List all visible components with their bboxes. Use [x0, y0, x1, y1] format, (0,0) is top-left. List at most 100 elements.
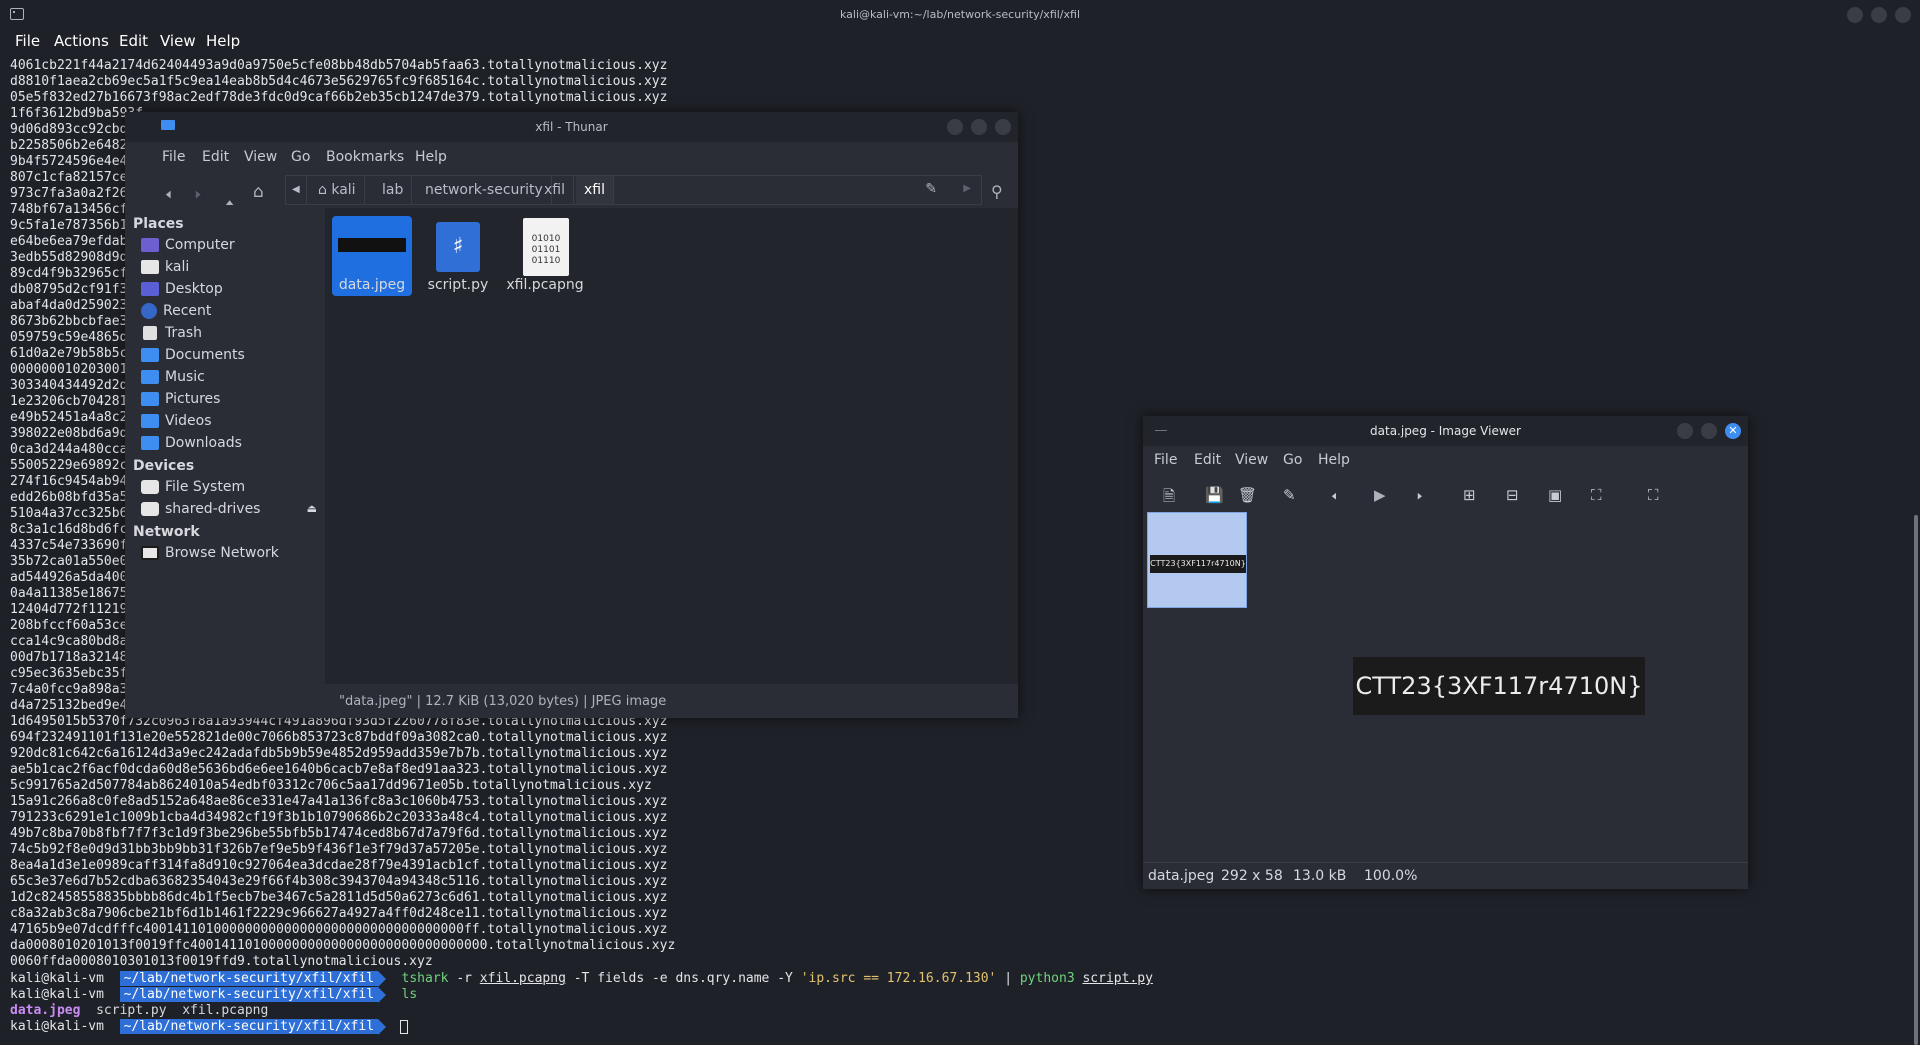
path-crumb-kali[interactable]: ⌂ kali — [310, 176, 365, 204]
terminal-menu-help[interactable]: Help — [206, 32, 240, 50]
home-icon[interactable]: ⌂ — [253, 182, 264, 202]
sidebar-label: Trash — [165, 325, 202, 341]
terminal-line: ae5b1cac2f6acf0dcda60d8e5636bd6e6ee1640b… — [10, 762, 668, 777]
edit-pencil-icon[interactable]: ✎ — [1283, 486, 1296, 504]
terminal-scrollbar[interactable] — [1914, 515, 1918, 1045]
delete-icon[interactable]: 🗑 — [1238, 486, 1257, 504]
up-arrow-icon[interactable]: 🢑 — [225, 182, 234, 211]
viewer-menu-file[interactable]: File — [1154, 452, 1177, 468]
path-crumb-network-security[interactable]: network-security — [417, 176, 552, 204]
viewer-menu-view[interactable]: View — [1235, 452, 1268, 468]
back-arrow-icon[interactable]: 🢐 — [165, 182, 171, 211]
sidebar-item-recent[interactable]: Recent — [141, 300, 211, 322]
viewer-menu-help[interactable]: Help — [1318, 452, 1350, 468]
home-icon: ⌂ — [318, 182, 332, 198]
zoom-out-icon[interactable]: ⊟ — [1506, 486, 1519, 504]
play-icon[interactable]: ▶ — [1374, 486, 1386, 504]
maximize-button[interactable] — [971, 119, 987, 135]
file-data-jpeg[interactable]: data.jpeg — [332, 216, 412, 296]
sidebar-item-desktop[interactable]: Desktop — [141, 278, 223, 300]
terminal-line: 49b7c8ba70b8fbf7f7f3c1d9f3be296be55bfb5b… — [10, 826, 668, 841]
previous-arrow-icon[interactable]: 🢐 — [1331, 486, 1337, 511]
sidebar-item-downloads[interactable]: Downloads — [141, 432, 242, 454]
zoom-actual-icon[interactable]: ▣ — [1548, 486, 1562, 504]
thunar-menu-edit[interactable]: Edit — [202, 149, 229, 165]
fullscreen-icon[interactable]: ⛶ — [1648, 486, 1659, 504]
save-icon[interactable]: 💾 — [1205, 486, 1224, 504]
thunar-sidebar: Places Computer kali Desktop Recent Tras… — [125, 208, 325, 718]
thunar-menu-view[interactable]: View — [244, 149, 277, 165]
path-right-chevron-icon[interactable]: ▶ — [963, 183, 971, 194]
sidebar-header-devices: Devices — [133, 458, 195, 474]
sidebar-item-shared-drives[interactable]: shared-drives ⏏ — [141, 498, 317, 520]
sidebar-item-browse-network[interactable]: Browse Network — [141, 542, 279, 564]
terminal-menu-view[interactable]: View — [160, 32, 196, 50]
terminal-line: 05e5f832ed27b16673f98ac2edf78de3fdc0d9ca… — [10, 90, 668, 105]
eject-icon[interactable]: ⏏ — [307, 498, 317, 520]
path-left-chevron-icon[interactable]: ◀ — [286, 176, 307, 204]
path-crumb-xfil-current[interactable]: xfil — [576, 176, 614, 204]
pictures-folder-icon — [141, 392, 159, 406]
terminal-prompt-line-2: kali@kali-vm ~/lab/network-security/xfil… — [10, 987, 417, 1003]
terminal-menu-file[interactable]: File — [15, 32, 40, 50]
zoom-in-icon[interactable]: ⊞ — [1463, 486, 1476, 504]
ls-data-jpeg: data.jpeg — [10, 1003, 81, 1018]
minimize-button[interactable] — [1677, 423, 1693, 439]
next-arrow-icon[interactable]: 🢒 — [1417, 486, 1423, 511]
file-script-py[interactable]: ♯ script.py — [418, 216, 498, 296]
documents-folder-icon — [141, 348, 159, 362]
sidebar-item-documents[interactable]: Documents — [141, 344, 245, 366]
terminal-titlebar: kali@kali-vm:~/lab/network-security/xfil… — [0, 0, 1920, 30]
sidebar-item-music[interactable]: Music — [141, 366, 205, 388]
clock-icon — [141, 303, 157, 319]
open-file-icon[interactable]: 🗎 — [1163, 486, 1175, 511]
thumbnail-selected[interactable]: CTT23{3XF117r4710N} — [1147, 512, 1247, 608]
forward-arrow-icon[interactable]: 🢒 — [195, 182, 201, 211]
zoom-fit-icon[interactable]: ⛶ — [1591, 486, 1602, 504]
network-drive-icon — [141, 502, 159, 516]
sidebar-item-file-system[interactable]: File System — [141, 476, 245, 498]
sidebar-label: Downloads — [165, 435, 242, 451]
terminal-menu-actions[interactable]: Actions — [54, 32, 109, 50]
terminal-line: 694f232491101f131e20e552821de00c7066b853… — [10, 730, 668, 745]
path-crumb-xfil[interactable]: xfil — [536, 176, 574, 204]
terminal-line: 920dc81c642c6a16124d3a9ec242adafdb5b9b59… — [10, 746, 668, 761]
drive-icon — [141, 480, 159, 494]
search-icon[interactable]: ⚲ — [991, 182, 1003, 201]
sidebar-item-computer[interactable]: Computer — [141, 234, 235, 256]
terminal-line: 65c3e37e6d7b52cdba63682354043e29f66f4b30… — [10, 874, 668, 889]
edit-path-icon[interactable]: ✎ — [925, 181, 937, 197]
sidebar-item-trash[interactable]: Trash — [141, 322, 202, 344]
cmd-python: python3 — [1019, 971, 1075, 986]
sidebar-item-kali[interactable]: kali — [141, 256, 189, 278]
cmd-script: script.py — [1082, 971, 1153, 986]
sidebar-label: shared-drives — [165, 501, 261, 517]
terminal-line: 791233c6291e1c1009b1cba4d34982cf19f3b1b1… — [10, 810, 668, 825]
thunar-menu-bookmarks[interactable]: Bookmarks — [326, 149, 404, 165]
viewer-menu-go[interactable]: Go — [1283, 452, 1302, 468]
path-crumb-lab[interactable]: lab — [374, 176, 413, 204]
thunar-menu-help[interactable]: Help — [415, 149, 447, 165]
file-label: data.jpeg — [338, 277, 406, 293]
minimize-button[interactable] — [947, 119, 963, 135]
viewer-menu-edit[interactable]: Edit — [1194, 452, 1221, 468]
sidebar-item-videos[interactable]: Videos — [141, 410, 212, 432]
close-button[interactable] — [1895, 7, 1911, 23]
maximize-button[interactable] — [1701, 423, 1717, 439]
music-folder-icon — [141, 370, 159, 384]
thunar-menu-go[interactable]: Go — [291, 149, 310, 165]
file-xfil-pcapng[interactable]: 01010 01101 01110 xfil.pcapng — [505, 216, 585, 296]
sidebar-label: File System — [165, 479, 246, 495]
sidebar-item-pictures[interactable]: Pictures — [141, 388, 220, 410]
thunar-menu-file[interactable]: File — [162, 149, 185, 165]
sidebar-header-places: Places — [133, 216, 184, 232]
close-button[interactable]: ✕ — [1725, 423, 1741, 439]
terminal-prompt-line-3[interactable]: kali@kali-vm ~/lab/network-security/xfil… — [10, 1019, 408, 1035]
minimize-button[interactable] — [1847, 7, 1863, 23]
binary-row: 01110 — [531, 256, 561, 266]
thunar-file-view[interactable]: data.jpeg ♯ script.py 01010 01101 01110 … — [325, 208, 1018, 684]
terminal-menu-edit[interactable]: Edit — [119, 32, 148, 50]
close-button[interactable] — [995, 119, 1011, 135]
maximize-button[interactable] — [1871, 7, 1887, 23]
thunar-statusbar: "data.jpeg" | 12.7 KiB (13,020 bytes) | … — [325, 684, 1018, 718]
